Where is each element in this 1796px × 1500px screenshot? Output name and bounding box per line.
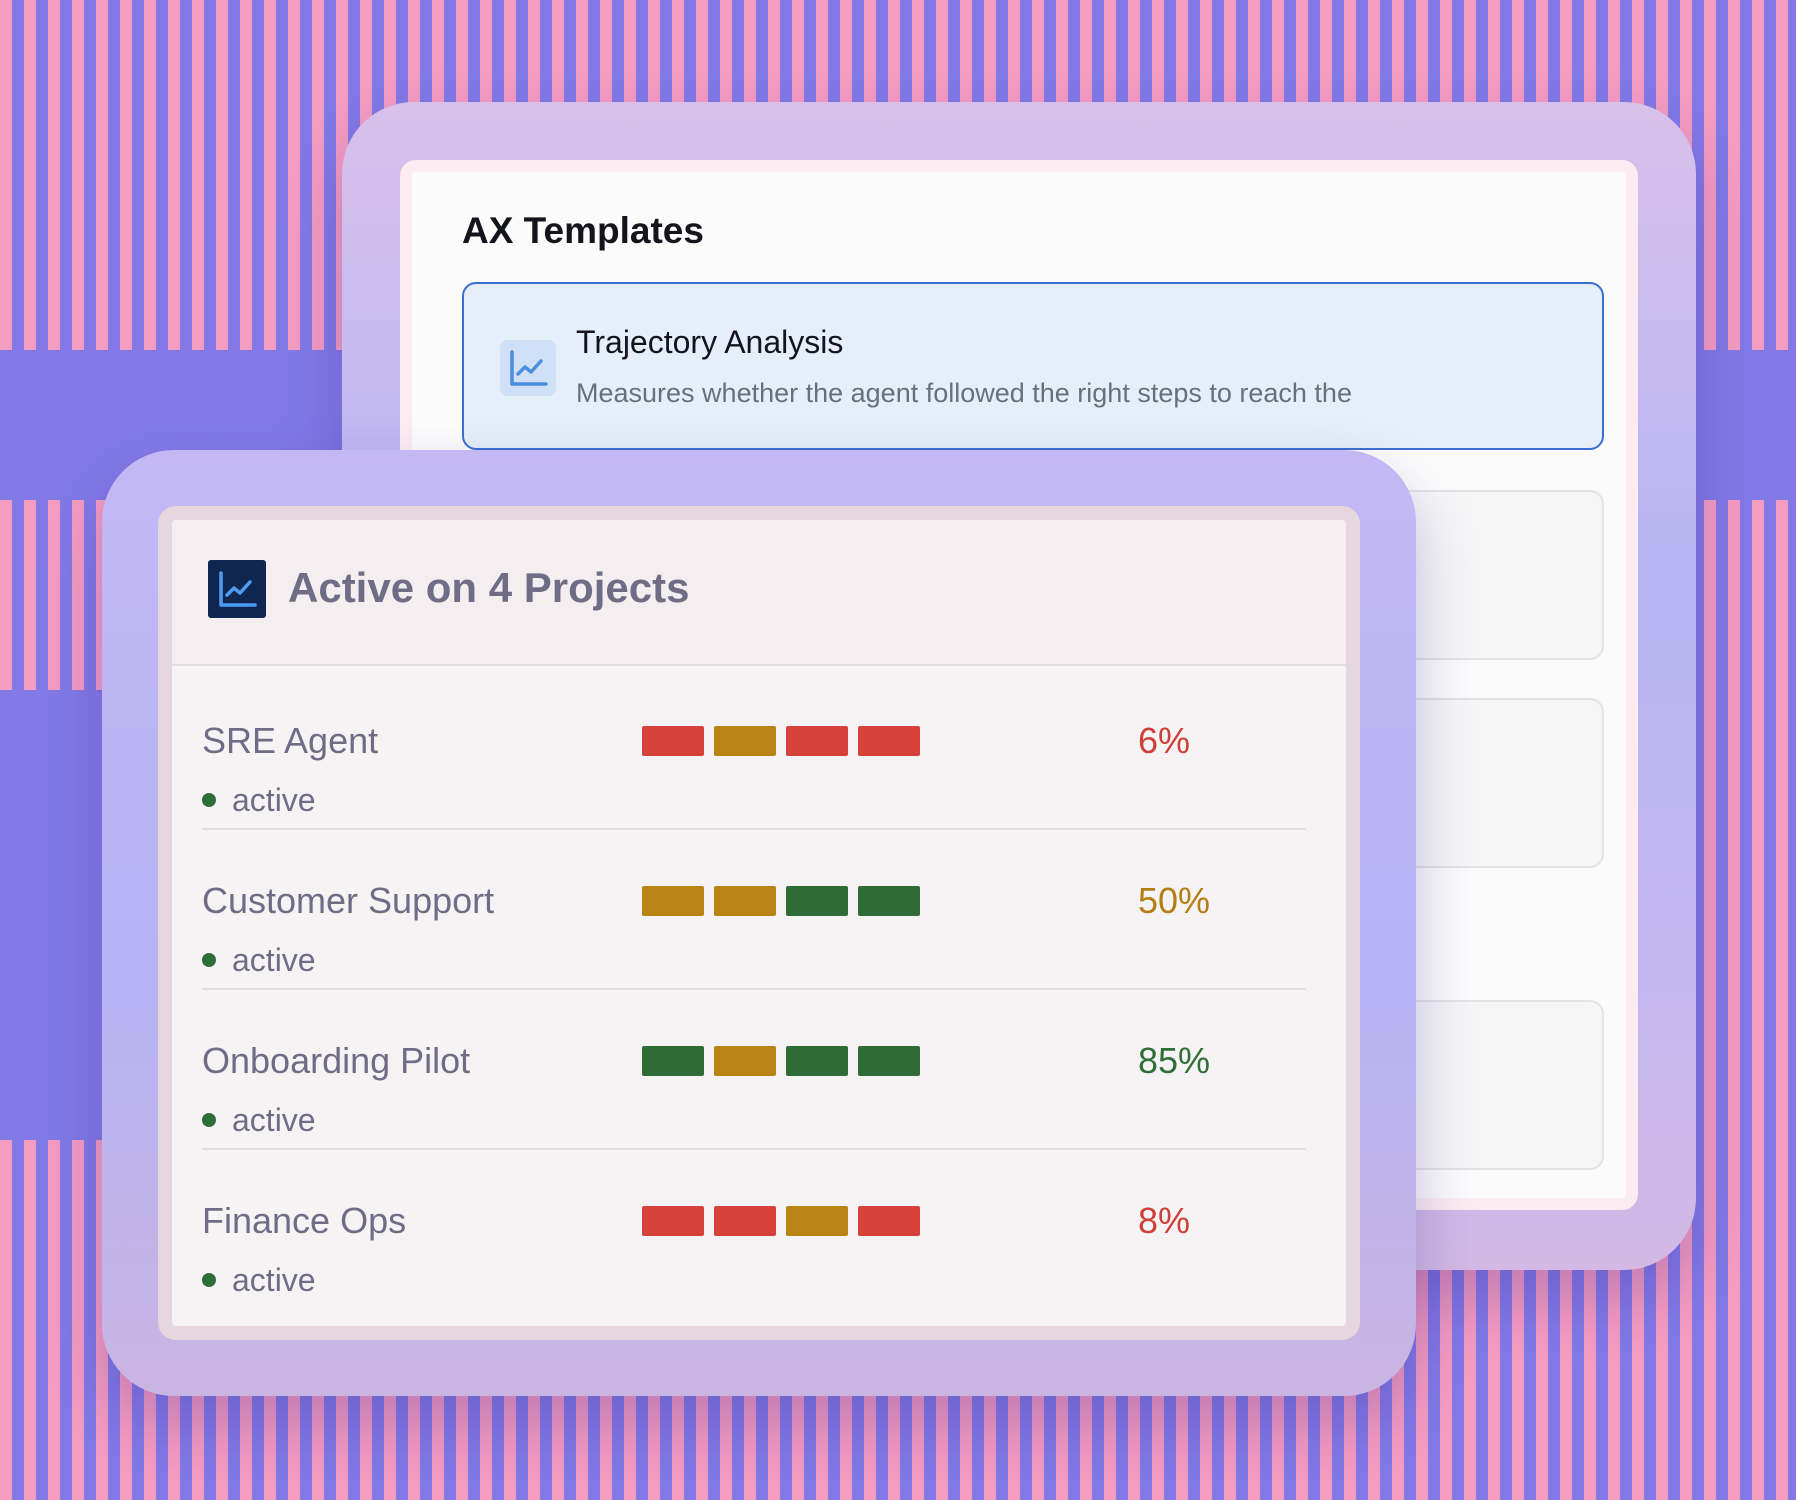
status-text: active	[232, 781, 316, 818]
score-segment-green	[858, 886, 920, 916]
project-percent: 85%	[1138, 1040, 1211, 1081]
project-name: Finance Ops	[202, 1200, 407, 1241]
score-segment-amber	[714, 726, 776, 756]
score-segments	[642, 886, 920, 916]
status-dot-icon	[202, 953, 216, 967]
score-segment-amber	[714, 1046, 776, 1076]
score-segment-green	[642, 1046, 704, 1076]
score-segment-amber	[786, 1206, 848, 1236]
status-dot-icon	[202, 793, 216, 807]
template-description: Measures whether the agent followed the …	[576, 378, 1352, 408]
status-dot-icon	[202, 1273, 216, 1287]
projects-panel: Active on 4 Projects SRE Agent active 6% Cu…	[158, 506, 1360, 1340]
score-segment-amber	[642, 886, 704, 916]
line-chart-icon	[208, 560, 266, 618]
score-segments	[642, 1206, 920, 1236]
project-name: Onboarding Pilot	[202, 1040, 471, 1081]
score-segment-green	[786, 1046, 848, 1076]
projects-title: Active on 4 Projects	[288, 564, 690, 611]
project-percent: 8%	[1138, 1200, 1191, 1241]
status-indicator: active	[202, 1100, 316, 1140]
status-text: active	[232, 941, 316, 978]
project-row[interactable]: Customer Support active 50%	[202, 830, 1306, 990]
status-dot-icon	[202, 1113, 216, 1127]
project-name: SRE Agent	[202, 720, 379, 761]
project-row[interactable]: Finance Ops active 8%	[202, 1150, 1306, 1310]
template-card-selected[interactable]: Trajectory Analysis Measures whether the…	[462, 282, 1604, 450]
project-row[interactable]: SRE Agent active 6%	[202, 670, 1306, 830]
status-text: active	[232, 1101, 316, 1138]
score-segments	[642, 1046, 920, 1076]
score-segment-red	[642, 726, 704, 756]
status-indicator: active	[202, 940, 316, 980]
status-indicator: active	[202, 780, 316, 820]
score-segment-red	[642, 1206, 704, 1236]
status-indicator: active	[202, 1260, 316, 1300]
template-name: Trajectory Analysis	[576, 324, 844, 360]
templates-title: AX Templates	[462, 210, 704, 251]
score-segment-green	[858, 1046, 920, 1076]
score-segment-amber	[714, 886, 776, 916]
project-percent: 6%	[1138, 720, 1191, 761]
projects-header: Active on 4 Projects	[172, 520, 1346, 666]
score-segment-red	[786, 726, 848, 756]
score-segment-red	[858, 1206, 920, 1236]
score-segments	[642, 726, 920, 756]
project-percent: 50%	[1138, 880, 1211, 921]
status-text: active	[232, 1261, 316, 1298]
score-segment-green	[786, 886, 848, 916]
project-name: Customer Support	[202, 880, 495, 921]
project-row[interactable]: Onboarding Pilot active 85%	[202, 990, 1306, 1150]
line-chart-icon	[500, 340, 556, 396]
score-segment-red	[714, 1206, 776, 1236]
score-segment-red	[858, 726, 920, 756]
